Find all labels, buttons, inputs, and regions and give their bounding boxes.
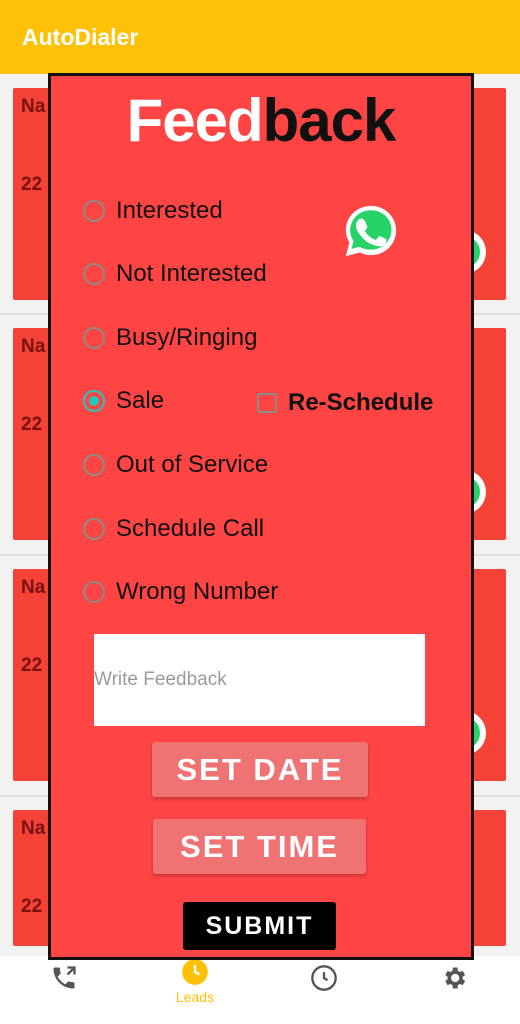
option-wrong-number[interactable]: Wrong Number bbox=[83, 575, 278, 609]
lead-name: Na bbox=[21, 818, 46, 839]
nav-item-settings[interactable] bbox=[424, 956, 484, 1024]
radio-button[interactable] bbox=[83, 263, 105, 285]
lead-number: 22 bbox=[21, 414, 43, 435]
dialog-title-part2: back bbox=[262, 87, 397, 154]
lead-name: Na bbox=[21, 577, 46, 598]
nav-item-history[interactable] bbox=[294, 956, 354, 1024]
option-out-of-service[interactable]: Out of Service bbox=[83, 448, 268, 482]
lead-number: 22 bbox=[21, 174, 43, 195]
option-label: Wrong Number bbox=[116, 578, 279, 605]
option-sale[interactable]: Sale bbox=[83, 384, 164, 418]
option-interested[interactable]: Interested bbox=[83, 194, 223, 228]
radio-button[interactable] bbox=[83, 518, 105, 540]
option-label: Sale bbox=[116, 387, 165, 414]
app-title: AutoDialer bbox=[22, 24, 139, 50]
reschedule-checkbox[interactable] bbox=[257, 393, 277, 413]
reschedule-label: Re-Schedule bbox=[288, 389, 434, 416]
phone-call-icon bbox=[53, 966, 76, 989]
lead-name: Na bbox=[21, 336, 46, 357]
feedback-dialog: Feedback Interested Not Interested Busy/… bbox=[48, 73, 474, 960]
set-time-button[interactable]: SET TIME bbox=[153, 819, 366, 874]
option-not-interested[interactable]: Not Interested bbox=[83, 257, 267, 291]
option-label: Not Interested bbox=[116, 260, 267, 287]
dialog-title-part1: Feed bbox=[126, 87, 264, 154]
nav-item-calls[interactable] bbox=[34, 956, 94, 1024]
lead-number: 22 bbox=[21, 896, 43, 917]
submit-button[interactable]: SUBMIT bbox=[183, 902, 336, 950]
nav-item-leads[interactable]: Leads bbox=[165, 956, 225, 1024]
option-busy-ringing[interactable]: Busy/Ringing bbox=[83, 321, 257, 355]
set-date-button[interactable]: SET DATE bbox=[152, 742, 368, 797]
feedback-input[interactable] bbox=[94, 634, 425, 726]
option-label: Out of Service bbox=[116, 451, 269, 478]
lead-number: 22 bbox=[21, 655, 43, 676]
radio-button[interactable] bbox=[83, 454, 105, 476]
option-label: Schedule Call bbox=[116, 515, 265, 542]
radio-button[interactable] bbox=[83, 200, 105, 222]
clock-icon bbox=[182, 959, 208, 985]
radio-button-selected[interactable] bbox=[83, 390, 105, 412]
bottom-navigation: Leads bbox=[0, 956, 520, 1024]
lead-name: Na bbox=[21, 96, 46, 117]
whatsapp-icon[interactable] bbox=[342, 202, 400, 260]
radio-button[interactable] bbox=[83, 581, 105, 603]
app-bar: AutoDialer bbox=[0, 0, 520, 74]
gear-icon bbox=[445, 967, 466, 989]
option-schedule-call[interactable]: Schedule Call bbox=[83, 512, 264, 546]
nav-label-leads: Leads bbox=[175, 989, 215, 1005]
option-label: Interested bbox=[116, 197, 223, 224]
option-label: Busy/Ringing bbox=[116, 324, 258, 351]
dialog-title: Feedback bbox=[51, 86, 471, 155]
radio-button[interactable] bbox=[83, 327, 105, 349]
history-icon bbox=[311, 965, 337, 991]
reschedule-checkbox-row[interactable]: Re-Schedule bbox=[257, 386, 433, 420]
